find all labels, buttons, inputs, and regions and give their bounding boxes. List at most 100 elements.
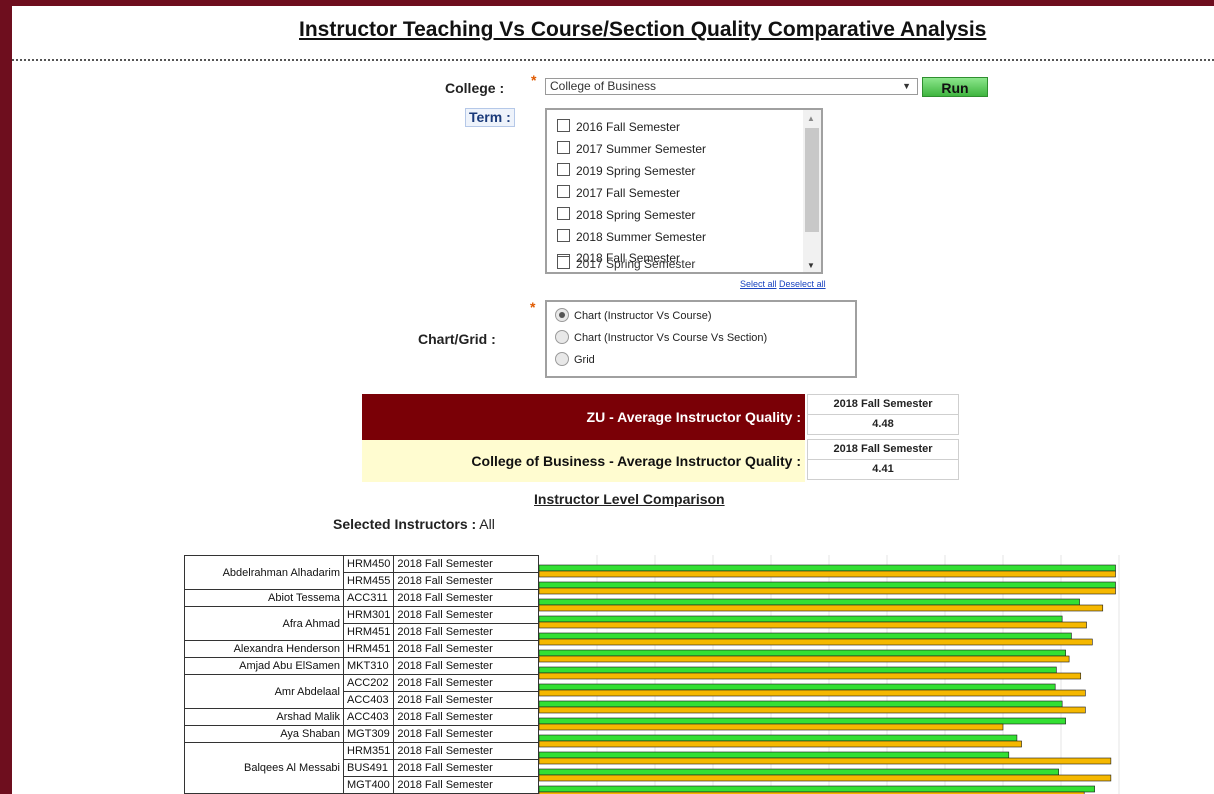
chart-bar-series-1 (539, 785, 1095, 793)
term-cell: 2018 Fall Semester (393, 725, 539, 743)
chart-bar-series-1 (539, 700, 1063, 708)
select-all-link[interactable]: Select all (740, 279, 777, 289)
chart-bar-series-1 (539, 734, 1018, 742)
course-code-cell: MGT309 (342, 725, 395, 743)
instructor-name-cell: Amjad Abu ElSamen (184, 657, 344, 675)
chart-bar-series-1 (539, 564, 1116, 572)
term-cell: 2018 Fall Semester (393, 606, 539, 624)
course-code-cell: HRM455 (342, 572, 395, 590)
chart-grid-options: Chart (Instructor Vs Course) Chart (Instr… (545, 300, 857, 378)
chart-bar-series-2 (539, 740, 1022, 748)
instructor-name-cell: Afra Ahmad (184, 606, 344, 641)
scroll-up-arrow-icon[interactable]: ▲ (807, 114, 815, 123)
term-option[interactable]: 2017 Summer Semester (557, 141, 706, 161)
term-cell: 2018 Fall Semester (393, 589, 539, 607)
college-required-marker: * (531, 72, 537, 88)
chart-bar-series-1 (539, 632, 1072, 640)
term-cell: 2018 Fall Semester (393, 572, 539, 590)
chart-bar-series-2 (539, 757, 1112, 765)
term-cell: 2018 Fall Semester (393, 640, 539, 658)
term-option[interactable]: 2017 Fall Semester (557, 185, 680, 205)
scroll-thumb[interactable] (805, 128, 819, 232)
term-cell: 2018 Fall Semester (393, 759, 539, 777)
course-code-cell: MGT400 (342, 776, 395, 794)
term-option-label: 2017 Fall Semester (576, 186, 681, 200)
checkbox-icon[interactable] (557, 141, 570, 154)
term-cell: 2018 Fall Semester (393, 776, 539, 794)
checkbox-icon[interactable] (557, 229, 570, 242)
run-button[interactable]: Run (922, 77, 988, 97)
title-divider (12, 59, 1214, 61)
chart-bar-series-2 (539, 570, 1116, 578)
college-average-term: 2018 Fall Semester (833, 443, 933, 455)
zu-average-label: ZU - Average Instructor Quality : (362, 394, 805, 440)
term-option-label: 2018 Spring Semester (576, 208, 696, 222)
chart-bar-series-2 (539, 587, 1116, 595)
radio-icon[interactable] (555, 330, 569, 344)
chart-bar-series-2 (539, 774, 1112, 782)
chart-grid-radio-option[interactable]: Chart (Instructor Vs Course Vs Section) (555, 330, 767, 345)
course-code-cell: HRM450 (342, 555, 395, 573)
checkbox-icon[interactable] (557, 163, 570, 176)
chart-bar-series-2 (539, 706, 1086, 714)
selected-instructors-value: All (479, 516, 495, 532)
course-code-cell: HRM451 (342, 640, 395, 658)
zu-average-value: 4.48 (808, 414, 958, 434)
table-row: Balqees Al Messabi HRM351 2018 Fall Semest… (184, 742, 539, 794)
chart-bar-series-1 (539, 683, 1056, 691)
instructor-name-cell: Abdelrahman Alhadarim (184, 555, 344, 590)
table-row: Alexandra Henderson HRM451 2018 Fall Semes… (184, 640, 539, 658)
course-code-cell: MKT310 (342, 657, 395, 675)
term-cell: 2018 Fall Semester (393, 691, 539, 709)
course-code-cell: HRM451 (342, 623, 395, 641)
radio-icon[interactable] (555, 352, 569, 366)
chart-bar-series-2 (539, 655, 1070, 663)
instructor-name-cell: Abiot Tessema (184, 589, 344, 607)
term-option[interactable]: 2018 Spring Semester (557, 207, 695, 227)
term-cell: 2018 Fall Semester (393, 555, 539, 573)
scroll-down-arrow-icon[interactable]: ▼ (807, 261, 815, 270)
instructor-name-cell: Aya Shaban (184, 725, 344, 743)
term-option[interactable]: 2016 Fall Semester (557, 119, 680, 139)
instructor-table: Abdelrahman Alhadarim HRM450 2018 Fall Sem… (184, 555, 539, 794)
radio-icon[interactable] (555, 308, 569, 322)
chart-bar-series-2 (539, 621, 1087, 629)
term-cell: 2018 Fall Semester (393, 708, 539, 726)
chart-grid-radio-option[interactable]: Grid (555, 352, 595, 367)
college-select[interactable]: College of Business ▼ (545, 78, 918, 95)
table-row: Afra Ahmad HRM301 2018 Fall Semester (184, 606, 539, 641)
selected-instructors-label: Selected Instructors : (333, 516, 477, 532)
instructor-name-cell: Balqees Al Messabi (184, 742, 344, 794)
checkbox-icon[interactable] (557, 185, 570, 198)
chart-bar-series-2 (539, 604, 1104, 612)
term-item-partial[interactable]: 2017 Spring Semester (557, 256, 695, 272)
table-row: Abiot Tessema ACC311 2018 Fall Semester (184, 589, 539, 607)
checkbox-icon[interactable] (557, 207, 570, 220)
instructor-name-cell: Arshad Malik (184, 708, 344, 726)
college-select-value: College of Business (550, 79, 657, 93)
term-scrollbar[interactable]: ▲ ▼ (803, 110, 821, 272)
radio-option-label: Chart (Instructor Vs Course) (574, 310, 712, 322)
chart-bar-series-1 (539, 717, 1066, 725)
term-label: Term : (465, 108, 515, 127)
term-cell: 2018 Fall Semester (393, 742, 539, 760)
term-option-label: 2017 Summer Semester (576, 142, 707, 156)
college-label: College : (445, 80, 505, 96)
table-row: Amr Abdelaal ACC202 2018 Fall Semester (184, 674, 539, 709)
term-option[interactable]: 2019 Spring Semester (557, 163, 695, 183)
dropdown-arrow-icon[interactable]: ▼ (902, 79, 911, 94)
chart-bar-series-2 (539, 723, 1004, 731)
chart-bar-series-2 (539, 689, 1086, 697)
radio-option-label: Grid (574, 354, 595, 366)
checkbox-icon[interactable] (557, 119, 570, 132)
term-option[interactable]: 2018 Summer Semester (557, 229, 706, 249)
term-cell: 2018 Fall Semester (393, 657, 539, 675)
chart-grid-label: Chart/Grid : (418, 331, 496, 347)
term-listbox[interactable]: 2016 Fall Semester 2017 Summer Semester 20… (545, 108, 823, 274)
chart-grid-radio-option[interactable]: Chart (Instructor Vs Course) (555, 308, 712, 323)
page-title: Instructor Teaching Vs Course/Section Qu… (299, 18, 987, 41)
term-option-label: 2019 Spring Semester (576, 164, 696, 178)
chart-bar-series-2 (539, 638, 1093, 646)
comparison-title: Instructor Level Comparison (534, 491, 725, 507)
deselect-all-link[interactable]: Deselect all (779, 279, 826, 289)
